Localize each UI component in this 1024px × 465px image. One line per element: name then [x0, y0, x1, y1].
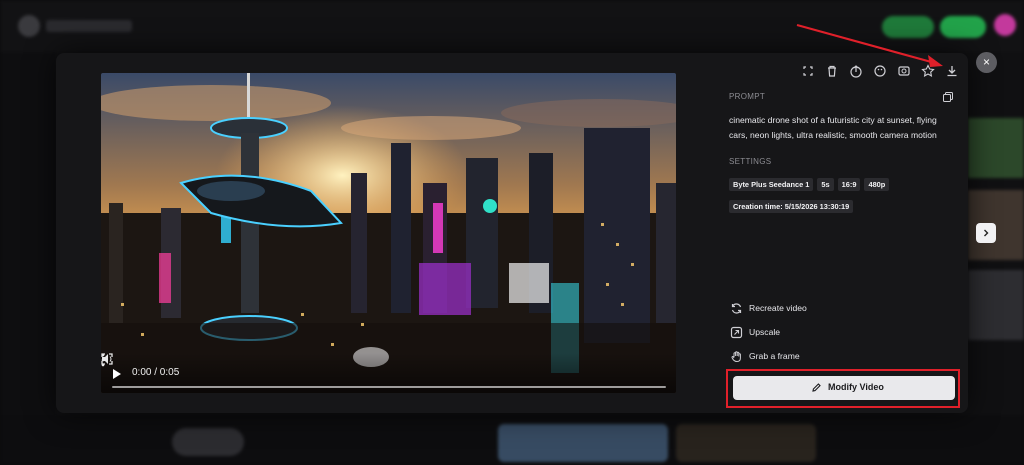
- background-thumbnail: [968, 118, 1024, 178]
- fullscreen-icon[interactable]: [800, 63, 816, 79]
- pencil-icon: [812, 383, 821, 392]
- refresh-icon: [731, 303, 742, 314]
- background-button: [940, 16, 986, 38]
- prompt-label: PROMPT: [729, 92, 766, 101]
- recreate-video-label: Recreate video: [749, 303, 807, 313]
- upscale-label: Upscale: [749, 327, 781, 337]
- background-button: [882, 16, 934, 38]
- share-icon[interactable]: [848, 63, 864, 79]
- chevron-right-icon: [984, 229, 989, 237]
- modify-video-label: Modify Video: [828, 382, 884, 392]
- video-time: 0:00 / 0:05: [132, 367, 180, 378]
- video-player[interactable]: 0:00 / 0:05: [101, 73, 676, 393]
- background-logo: [18, 15, 40, 37]
- copy-icon[interactable]: [942, 91, 954, 103]
- video-detail-modal: 0:00 / 0:05 PROMPT cinematic drone shot …: [56, 53, 968, 413]
- aspect-ratio-chip: 16:9: [837, 178, 861, 191]
- video-frame-city: [101, 73, 676, 393]
- hand-icon: [731, 351, 741, 363]
- grab-frame-button[interactable]: Grab a frame: [730, 349, 930, 365]
- duration-chip: 5s: [817, 178, 834, 191]
- background-thumbnail: [498, 424, 668, 462]
- modify-video-button[interactable]: Modify Video: [733, 376, 955, 400]
- star-icon[interactable]: [920, 63, 936, 79]
- background-pill: [172, 428, 244, 456]
- trash-icon[interactable]: [824, 63, 840, 79]
- video-progress-bar[interactable]: [112, 386, 666, 388]
- background-logo-text: [46, 20, 132, 32]
- video-controls: 0:00 / 0:05: [101, 353, 676, 393]
- background-sidebar: [0, 52, 56, 465]
- palette-icon[interactable]: [872, 63, 888, 79]
- download-icon[interactable]: [944, 63, 960, 79]
- close-button[interactable]: ×: [976, 52, 997, 73]
- background-thumbnail: [676, 424, 816, 462]
- prompt-text: cinematic drone shot of a futuristic cit…: [729, 115, 937, 140]
- model-chip: Byte Plus Seedance 1: [729, 178, 814, 191]
- recreate-video-button[interactable]: Recreate video: [730, 301, 930, 317]
- background-thumbnail: [968, 270, 1024, 340]
- grab-frame-label: Grab a frame: [749, 351, 800, 361]
- background-topbar: [0, 0, 1024, 52]
- more-options-icon[interactable]: [101, 353, 105, 367]
- play-icon[interactable]: [113, 369, 121, 379]
- upscale-icon: [730, 326, 743, 339]
- background-avatar: [994, 14, 1016, 36]
- creation-time-chip: Creation time: 5/15/2026 13:30:19: [729, 200, 854, 213]
- settings-chips: Byte Plus Seedance 1 5s 16:9 480p Creation …: [729, 174, 949, 218]
- resolution-chip: 480p: [864, 178, 890, 191]
- media-icon[interactable]: [896, 63, 912, 79]
- next-button[interactable]: [976, 223, 996, 243]
- upscale-button[interactable]: Upscale: [730, 325, 930, 341]
- settings-label: SETTINGS: [729, 157, 772, 166]
